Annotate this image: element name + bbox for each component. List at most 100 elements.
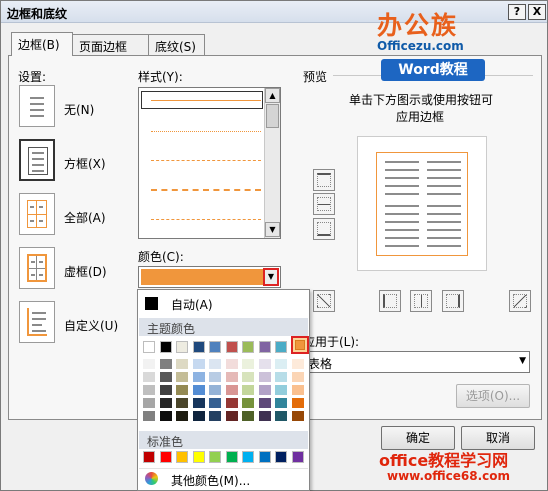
- theme-shade-swatch[interactable]: [192, 411, 205, 421]
- theme-shade-swatch[interactable]: [159, 398, 172, 408]
- style-item-solid[interactable]: [151, 100, 261, 101]
- style-item-dashed-small[interactable]: [151, 160, 261, 161]
- theme-shade-swatch[interactable]: [176, 398, 188, 408]
- theme-shade-swatch[interactable]: [258, 411, 271, 421]
- auto-color-option[interactable]: 自动(A): [171, 296, 213, 313]
- style-listbox[interactable]: ▲ ▼: [138, 87, 281, 239]
- diagonal-up-border-button[interactable]: [313, 290, 335, 312]
- theme-shade-swatch[interactable]: [159, 411, 172, 421]
- theme-shade-swatch[interactable]: [192, 385, 205, 395]
- theme-color-swatch[interactable]: [225, 341, 238, 353]
- theme-shade-swatch[interactable]: [291, 385, 304, 395]
- bottom-border-button[interactable]: [313, 218, 335, 240]
- theme-shade-swatch[interactable]: [258, 385, 271, 395]
- inside-horizontal-border-button[interactable]: [313, 193, 335, 215]
- tab-shading[interactable]: 底纹(S): [148, 34, 205, 55]
- theme-color-swatch[interactable]: [192, 341, 205, 353]
- theme-shade-swatch[interactable]: [242, 385, 254, 395]
- theme-shade-swatch[interactable]: [291, 372, 304, 382]
- scroll-down-icon[interactable]: ▼: [265, 222, 280, 237]
- help-button[interactable]: ?: [508, 4, 526, 20]
- inside-vertical-border-button[interactable]: [410, 290, 432, 312]
- preview-box[interactable]: [357, 136, 487, 271]
- theme-shade-swatch[interactable]: [192, 372, 205, 382]
- theme-shade-swatch[interactable]: [209, 411, 221, 421]
- setting-box-button[interactable]: [19, 139, 55, 181]
- theme-shade-swatch[interactable]: [176, 359, 188, 369]
- theme-shade-swatch[interactable]: [159, 372, 172, 382]
- theme-shade-swatch[interactable]: [242, 398, 254, 408]
- style-item-dotted[interactable]: [151, 131, 261, 132]
- theme-shade-swatch[interactable]: [258, 398, 271, 408]
- theme-color-swatch[interactable]: [143, 341, 155, 353]
- selected-theme-color-marker[interactable]: [291, 336, 309, 354]
- style-scrollbar[interactable]: ▲ ▼: [264, 88, 280, 238]
- theme-shade-swatch[interactable]: [291, 398, 304, 408]
- theme-shade-swatch[interactable]: [159, 359, 172, 369]
- tab-borders[interactable]: 边框(B): [11, 32, 73, 56]
- theme-color-swatch[interactable]: [242, 341, 254, 353]
- theme-shade-swatch[interactable]: [242, 411, 254, 421]
- theme-color-swatch[interactable]: [176, 341, 188, 353]
- apply-to-dropdown[interactable]: 表格 ▼: [303, 351, 530, 373]
- theme-shade-swatch[interactable]: [176, 411, 188, 421]
- standard-color-swatch[interactable]: [258, 451, 271, 463]
- standard-color-swatch[interactable]: [275, 451, 287, 463]
- theme-shade-swatch[interactable]: [291, 411, 304, 421]
- theme-color-swatch[interactable]: [258, 341, 271, 353]
- close-button[interactable]: X: [528, 4, 546, 20]
- theme-shade-swatch[interactable]: [143, 411, 155, 421]
- theme-shade-swatch[interactable]: [192, 359, 205, 369]
- standard-color-swatch[interactable]: [143, 451, 155, 463]
- theme-shade-swatch[interactable]: [242, 359, 254, 369]
- left-border-button[interactable]: [379, 290, 401, 312]
- theme-shade-swatch[interactable]: [143, 385, 155, 395]
- right-border-button[interactable]: [442, 290, 464, 312]
- theme-shade-swatch[interactable]: [176, 385, 188, 395]
- theme-shade-swatch[interactable]: [209, 372, 221, 382]
- theme-shade-swatch[interactable]: [225, 411, 238, 421]
- scroll-thumb[interactable]: [266, 104, 279, 128]
- color-dropdown[interactable]: ▼: [138, 266, 281, 288]
- theme-shade-swatch[interactable]: [242, 372, 254, 382]
- theme-shade-swatch[interactable]: [225, 372, 238, 382]
- theme-shade-swatch[interactable]: [258, 372, 271, 382]
- standard-color-swatch[interactable]: [159, 451, 172, 463]
- setting-grid-button[interactable]: [19, 247, 55, 289]
- theme-color-swatch[interactable]: [275, 341, 287, 353]
- standard-color-swatch[interactable]: [291, 451, 304, 463]
- theme-shade-swatch[interactable]: [291, 359, 304, 369]
- theme-shade-swatch[interactable]: [275, 359, 287, 369]
- theme-color-swatch[interactable]: [209, 341, 221, 353]
- color-dropdown-arrow-icon[interactable]: ▼: [263, 268, 279, 286]
- theme-shade-swatch[interactable]: [143, 398, 155, 408]
- standard-color-swatch[interactable]: [209, 451, 221, 463]
- theme-shade-swatch[interactable]: [275, 411, 287, 421]
- theme-shade-swatch[interactable]: [209, 398, 221, 408]
- theme-shade-swatch[interactable]: [225, 359, 238, 369]
- theme-shade-swatch[interactable]: [143, 359, 155, 369]
- diagonal-down-border-button[interactable]: [509, 290, 531, 312]
- theme-shade-swatch[interactable]: [192, 398, 205, 408]
- standard-color-swatch[interactable]: [242, 451, 254, 463]
- theme-shade-swatch[interactable]: [176, 372, 188, 382]
- theme-shade-swatch[interactable]: [209, 385, 221, 395]
- style-item-dash-dot[interactable]: [151, 219, 261, 220]
- setting-all-button[interactable]: [19, 193, 55, 235]
- theme-shade-swatch[interactable]: [159, 385, 172, 395]
- scroll-up-icon[interactable]: ▲: [265, 88, 280, 103]
- theme-shade-swatch[interactable]: [143, 372, 155, 382]
- theme-shade-swatch[interactable]: [275, 372, 287, 382]
- theme-shade-swatch[interactable]: [275, 385, 287, 395]
- theme-shade-swatch[interactable]: [275, 398, 287, 408]
- style-item-dashed[interactable]: [151, 189, 261, 191]
- theme-color-swatch[interactable]: [159, 341, 172, 353]
- setting-custom-button[interactable]: [19, 301, 55, 343]
- theme-shade-swatch[interactable]: [225, 398, 238, 408]
- more-colors-option[interactable]: 其他颜色(M)...: [171, 472, 250, 489]
- setting-none-button[interactable]: [19, 85, 55, 127]
- standard-color-swatch[interactable]: [192, 451, 205, 463]
- options-button[interactable]: 选项(O)...: [456, 384, 530, 408]
- theme-shade-swatch[interactable]: [258, 359, 271, 369]
- standard-color-swatch[interactable]: [225, 451, 238, 463]
